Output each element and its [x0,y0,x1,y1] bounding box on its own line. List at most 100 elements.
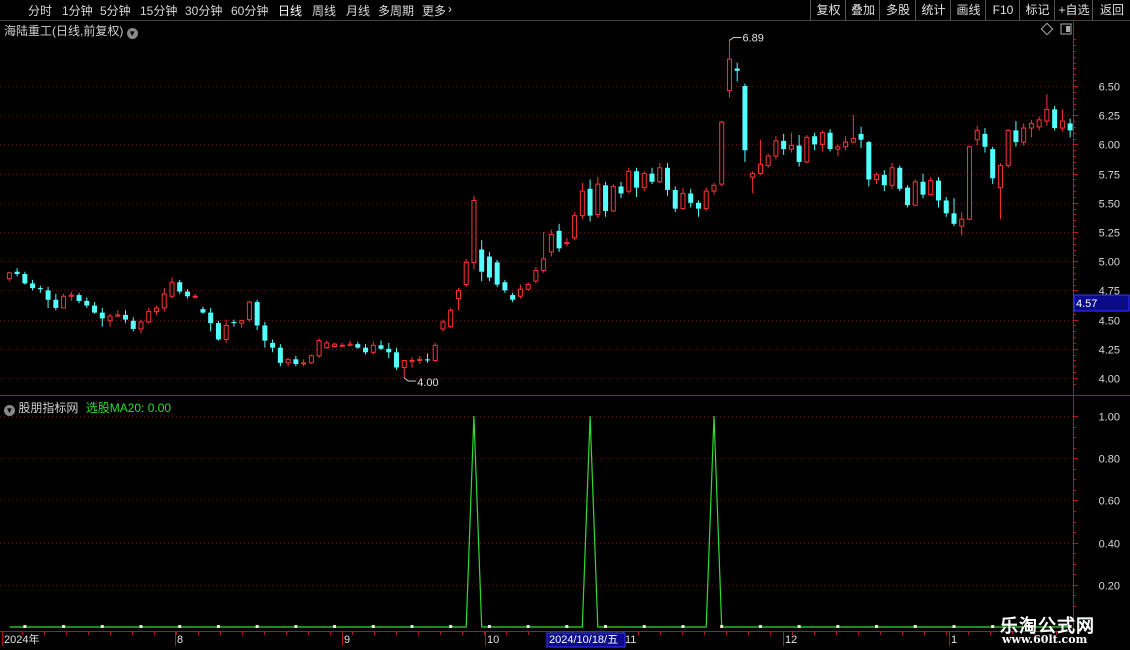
candle[interactable] [680,187,686,210]
candle[interactable] [641,171,647,192]
candle[interactable] [525,282,531,291]
candle[interactable] [332,342,338,348]
candle[interactable] [277,344,283,367]
candle[interactable] [1036,116,1042,131]
candle[interactable] [843,136,849,151]
candle[interactable] [115,310,121,318]
candle[interactable] [657,163,663,183]
candle[interactable] [1059,109,1065,132]
candle[interactable] [76,292,82,304]
candle[interactable] [479,240,485,282]
candle[interactable] [905,185,911,208]
candle[interactable] [169,277,175,299]
candle[interactable] [974,125,980,146]
diamond-icon[interactable] [1040,22,1054,36]
candle[interactable] [564,237,570,247]
candle[interactable] [634,167,640,197]
candle[interactable] [912,179,918,207]
chart-canvas[interactable]: 4.004.254.504.755.005.255.505.756.006.25… [0,0,1130,650]
candle[interactable] [68,291,74,301]
candle[interactable] [30,279,36,291]
candle[interactable] [579,182,585,220]
candle[interactable] [107,313,113,327]
candle[interactable] [14,268,20,277]
candle[interactable] [1052,105,1058,131]
candle[interactable] [99,307,105,327]
candle[interactable] [695,200,701,217]
candle[interactable] [610,184,616,213]
candle[interactable] [262,321,268,348]
candle[interactable] [363,344,369,355]
candle[interactable] [239,319,245,328]
candle[interactable] [1028,119,1034,138]
candle[interactable] [1044,94,1050,126]
candle[interactable] [819,130,825,152]
candle[interactable] [827,129,833,152]
candle[interactable] [997,163,1003,220]
candle[interactable] [587,179,593,222]
candle[interactable] [22,271,28,285]
candle[interactable] [990,146,996,185]
candle[interactable] [200,306,206,314]
candle[interactable] [215,320,221,341]
candle[interactable] [486,251,492,282]
candle[interactable] [409,356,415,368]
candle[interactable] [401,359,407,378]
candle[interactable] [417,355,423,364]
candle[interactable] [370,341,376,355]
candle[interactable] [161,288,167,312]
candle[interactable] [61,293,67,309]
candle[interactable] [138,319,144,334]
candle[interactable] [1067,118,1073,138]
candle[interactable] [177,279,183,294]
candle[interactable] [347,340,353,347]
candle[interactable] [293,355,299,367]
candle[interactable] [471,195,477,270]
candle[interactable] [324,340,330,349]
candle[interactable] [649,167,655,185]
candle[interactable] [711,182,717,195]
candle[interactable] [982,128,988,153]
candle[interactable] [192,293,198,299]
candle[interactable] [424,353,430,363]
candle[interactable] [603,181,609,217]
candle[interactable] [502,279,508,293]
candle[interactable] [835,144,841,157]
candle[interactable] [719,121,725,187]
candle[interactable] [858,126,864,148]
candle[interactable] [254,299,260,331]
candle[interactable] [316,338,322,359]
candle[interactable] [595,177,601,218]
candle[interactable] [339,342,345,347]
candle[interactable] [53,293,59,311]
candle[interactable] [37,285,43,293]
candle[interactable] [494,260,500,287]
candle[interactable] [881,170,887,192]
candle[interactable] [541,232,547,273]
candle[interactable] [742,83,748,162]
candle[interactable] [928,177,934,196]
candle[interactable] [750,171,756,194]
candle[interactable] [6,271,12,282]
candle[interactable] [726,40,732,98]
candle[interactable] [455,288,461,311]
candle[interactable] [936,177,942,208]
candle[interactable] [123,310,129,324]
candle[interactable] [270,339,276,353]
candle[interactable] [355,341,361,349]
candle[interactable] [184,289,190,299]
candle[interactable] [672,186,678,213]
candle[interactable] [208,307,214,332]
candle[interactable] [703,187,709,211]
candle[interactable] [308,354,314,364]
candle[interactable] [130,317,136,332]
candle[interactable] [773,136,779,160]
candle[interactable] [788,132,794,153]
candle[interactable] [734,62,740,82]
candle[interactable] [966,146,972,221]
candle[interactable] [812,132,818,151]
candle[interactable] [246,300,252,322]
candle[interactable] [448,307,454,328]
candle[interactable] [866,140,872,187]
candle[interactable] [548,229,554,257]
